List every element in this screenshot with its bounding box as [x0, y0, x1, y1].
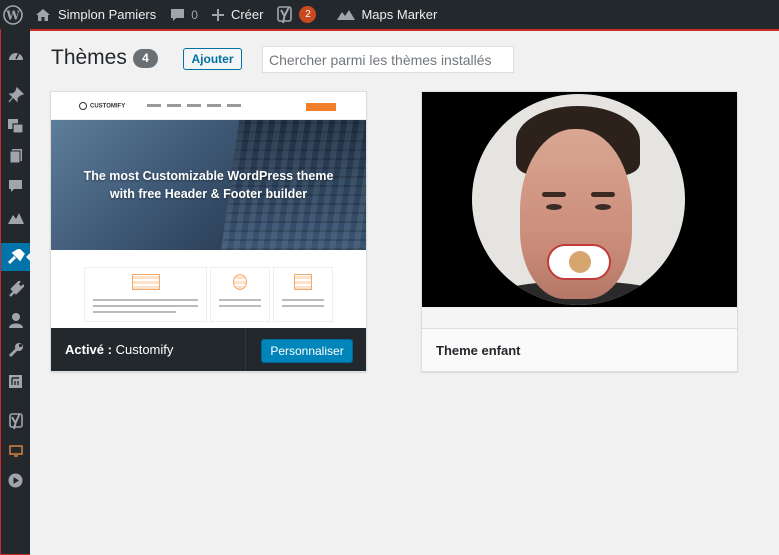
- plugins-icon[interactable]: [1, 275, 30, 303]
- yoast-menu[interactable]: 2: [270, 0, 323, 29]
- portrait-photo: [472, 94, 685, 305]
- screenshot-feature-box: [273, 267, 333, 322]
- maps-marker-icon: [337, 9, 356, 20]
- admin-bar-divider: [30, 29, 779, 31]
- theme-card-theme-enfant[interactable]: Theme enfant: [421, 91, 738, 372]
- theme-name: Theme enfant: [436, 343, 521, 358]
- screenshot-navbar: CUSTOMIFY: [51, 92, 366, 120]
- settings-icon[interactable]: [1, 367, 30, 395]
- yoast-notification-badge: 2: [299, 6, 317, 23]
- screenshot-cta: [306, 103, 336, 111]
- admin-bar: W Simplon Pamiers 0 Créer 2 Maps Marker: [0, 0, 779, 29]
- new-label: Créer: [230, 7, 264, 22]
- appearance-icon[interactable]: [1, 243, 31, 271]
- maps-marker-label: Maps Marker: [361, 7, 438, 22]
- site-name: Simplon Pamiers: [58, 7, 157, 22]
- theme-footer: Theme enfant: [422, 328, 737, 371]
- new-content-menu[interactable]: Créer: [205, 0, 271, 29]
- active-theme-name: Activé : Customify: [65, 342, 173, 357]
- page-title: Thèmes: [51, 46, 127, 69]
- yoast-icon: [277, 5, 293, 23]
- yoast-icon[interactable]: [1, 407, 30, 435]
- comments-menu[interactable]: 0: [163, 0, 205, 29]
- pin-icon[interactable]: [1, 81, 30, 109]
- play-icon[interactable]: [1, 466, 30, 494]
- screenshot-menu: [147, 104, 247, 107]
- admin-sidebar: [0, 29, 31, 555]
- theme-card-customify[interactable]: CUSTOMIFY The most Customizable WordPres…: [50, 91, 367, 372]
- active-label: Activé :: [65, 342, 112, 357]
- comments-icon[interactable]: [1, 172, 30, 200]
- pages-icon[interactable]: [1, 142, 30, 170]
- site-name-menu[interactable]: Simplon Pamiers: [28, 0, 163, 29]
- home-icon: [36, 8, 50, 21]
- screenshot-feature-box: [84, 267, 207, 322]
- wordpress-logo-icon[interactable]: W: [0, 0, 28, 29]
- screenshot-hero-text: The most Customizable WordPress theme wi…: [83, 169, 334, 201]
- theme-count-badge: 4: [133, 49, 158, 68]
- add-theme-button[interactable]: Ajouter: [183, 48, 242, 70]
- maps-marker-icon[interactable]: [1, 204, 30, 232]
- dashboard-icon[interactable]: [1, 41, 30, 69]
- screenshot-bottom-strip: [422, 307, 737, 328]
- tools-icon[interactable]: [1, 336, 30, 364]
- comments-count: 0: [191, 7, 198, 22]
- slider-icon[interactable]: [1, 437, 30, 465]
- media-icon[interactable]: [1, 112, 30, 140]
- footer-divider: [245, 328, 246, 371]
- plus-icon: [211, 8, 224, 21]
- theme-screenshot[interactable]: [422, 92, 737, 328]
- comment-bubble-icon: [171, 8, 185, 21]
- theme-search-input[interactable]: [262, 46, 514, 73]
- screenshot-feature-box: [210, 267, 270, 322]
- maps-marker-menu[interactable]: Maps Marker: [329, 0, 444, 29]
- users-icon[interactable]: [1, 306, 30, 334]
- screenshot-logo: CUSTOMIFY: [79, 102, 125, 110]
- pacifier-image: [547, 244, 611, 280]
- customize-button[interactable]: Personnaliser: [261, 339, 353, 363]
- svg-text:W: W: [5, 8, 20, 22]
- active-theme-footer: Activé : Customify Personnaliser: [51, 328, 366, 371]
- theme-name: Customify: [115, 342, 174, 357]
- screenshot-hero: The most Customizable WordPress theme wi…: [51, 120, 366, 250]
- theme-screenshot[interactable]: CUSTOMIFY The most Customizable WordPres…: [51, 92, 366, 328]
